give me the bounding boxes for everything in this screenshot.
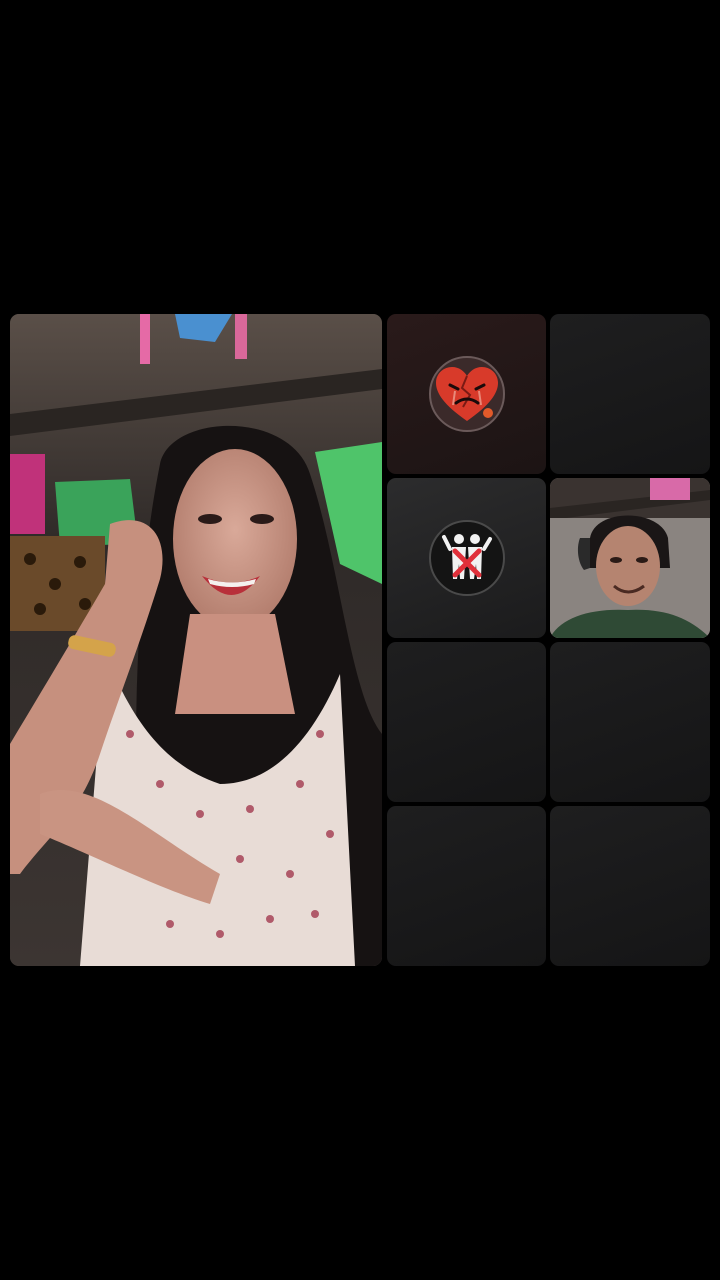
no-couple-badge-icon [428,519,506,597]
empty-guest-slot[interactable] [387,806,546,966]
guest-tile-1[interactable] [387,314,546,474]
empty-guest-slot[interactable] [550,314,710,474]
guest-video-tile[interactable] [550,478,710,638]
empty-guest-slot[interactable] [387,642,546,802]
host-video-feed [10,314,382,966]
empty-guest-slot[interactable] [550,806,710,966]
host-video-tile[interactable] [10,314,382,966]
guest-video-feed [550,478,710,638]
live-screen [0,0,720,1280]
broken-heart-badge-icon [428,355,506,433]
guest-grid [10,314,710,966]
empty-guest-slot[interactable] [550,642,710,802]
guest-tile-3[interactable] [387,478,546,638]
